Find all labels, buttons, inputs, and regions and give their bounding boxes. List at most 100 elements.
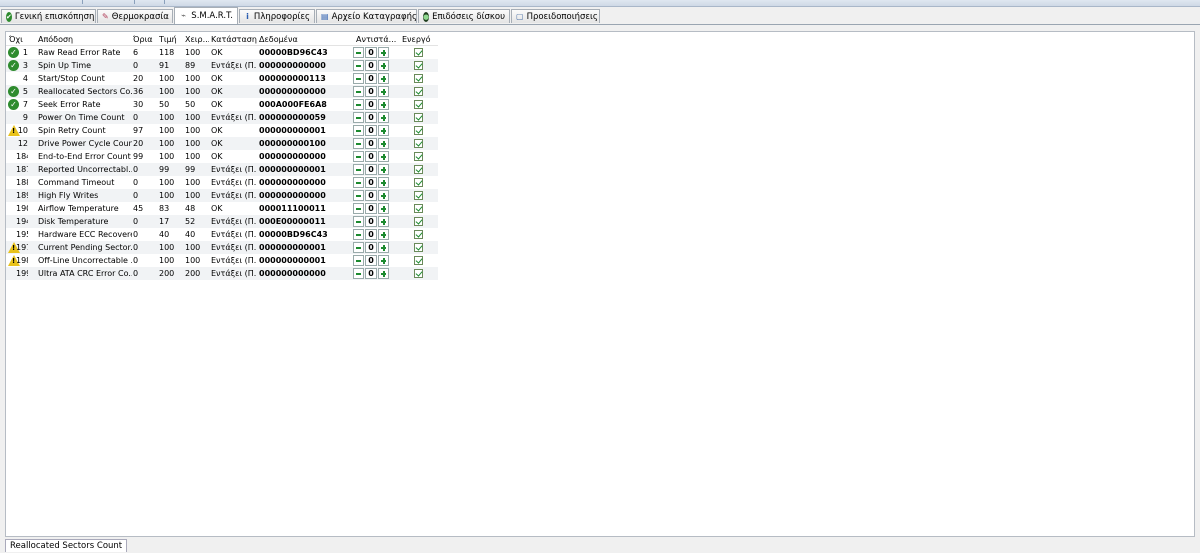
increment-button[interactable] <box>378 255 389 266</box>
offset-stepper[interactable]: 0 <box>353 229 389 240</box>
decrement-button[interactable] <box>353 60 364 71</box>
enabled-checkbox[interactable] <box>414 100 423 109</box>
offset-stepper[interactable]: 0 <box>353 216 389 227</box>
column-header-state[interactable]: Κατάσταση <box>211 34 257 45</box>
decrement-button[interactable] <box>353 203 364 214</box>
offset-value[interactable]: 0 <box>365 99 377 110</box>
table-row[interactable]: 188Command Timeout0100100Εντάξει (Π...00… <box>6 176 438 189</box>
table-row[interactable]: 190 Airflow Temperature 45 83 48 OK 0000111000… <box>6 202 438 215</box>
decrement-button[interactable] <box>353 216 364 227</box>
table-row[interactable]: 194Disk Temperature01752Εντάξει (Π...000… <box>6 215 438 228</box>
enabled-checkbox[interactable] <box>414 230 423 239</box>
offset-value[interactable]: 0 <box>365 73 377 84</box>
offset-value[interactable]: 0 <box>365 164 377 175</box>
decrement-button[interactable] <box>353 138 364 149</box>
offset-value[interactable]: 0 <box>365 190 377 201</box>
offset-stepper[interactable]: 0 <box>353 112 389 123</box>
decrement-button[interactable] <box>353 73 364 84</box>
increment-button[interactable] <box>378 138 389 149</box>
offset-value[interactable]: 0 <box>365 255 377 266</box>
increment-button[interactable] <box>378 190 389 201</box>
offset-stepper[interactable]: 0 <box>353 190 389 201</box>
increment-button[interactable] <box>378 242 389 253</box>
enabled-checkbox[interactable] <box>414 152 423 161</box>
tab-performance[interactable]: ● Επιδόσεις δίσκου <box>418 9 510 23</box>
tab-log[interactable]: ▤ Αρχείο Καταγραφής <box>316 9 417 23</box>
offset-value[interactable]: 0 <box>365 151 377 162</box>
enabled-checkbox[interactable] <box>414 191 423 200</box>
tab-overview[interactable]: ✔ Γενική επισκόπηση <box>1 9 96 23</box>
decrement-button[interactable] <box>353 112 364 123</box>
enabled-checkbox[interactable] <box>414 165 423 174</box>
column-header-enabled[interactable]: Ενεργό <box>402 34 434 45</box>
increment-button[interactable] <box>378 216 389 227</box>
enabled-checkbox[interactable] <box>414 178 423 187</box>
offset-stepper[interactable]: 0 <box>353 268 389 279</box>
decrement-button[interactable] <box>353 125 364 136</box>
decrement-button[interactable] <box>353 151 364 162</box>
increment-button[interactable] <box>378 60 389 71</box>
offset-stepper[interactable]: 0 <box>353 177 389 188</box>
decrement-button[interactable] <box>353 47 364 58</box>
column-header-offset[interactable]: Αντιστά... <box>356 34 396 45</box>
offset-stepper[interactable]: 0 <box>353 242 389 253</box>
increment-button[interactable] <box>378 73 389 84</box>
increment-button[interactable] <box>378 112 389 123</box>
enabled-checkbox[interactable] <box>414 126 423 135</box>
offset-value[interactable]: 0 <box>365 112 377 123</box>
offset-stepper[interactable]: 0 <box>353 151 389 162</box>
offset-value[interactable]: 0 <box>365 60 377 71</box>
increment-button[interactable] <box>378 229 389 240</box>
offset-stepper[interactable]: 0 <box>353 125 389 136</box>
offset-stepper[interactable]: 0 <box>353 86 389 97</box>
offset-stepper[interactable]: 0 <box>353 203 389 214</box>
enabled-checkbox[interactable] <box>414 48 423 57</box>
table-row[interactable]: 187Reported Uncorrectabl...09999Εντάξει … <box>6 163 438 176</box>
offset-value[interactable]: 0 <box>365 242 377 253</box>
decrement-button[interactable] <box>353 268 364 279</box>
offset-value[interactable]: 0 <box>365 216 377 227</box>
table-row[interactable]: ✓ 7 Seek Error Rate 30 50 50 OK 000A000FE6A8 0 <box>6 98 438 111</box>
column-header-threshold[interactable]: Όρια <box>133 34 155 45</box>
column-header-name[interactable]: Απόδοση <box>38 34 118 45</box>
offset-stepper[interactable]: 0 <box>353 138 389 149</box>
tab-info[interactable]: ⅰ Πληροφορίες <box>239 9 315 23</box>
offset-value[interactable]: 0 <box>365 47 377 58</box>
increment-button[interactable] <box>378 99 389 110</box>
increment-button[interactable] <box>378 125 389 136</box>
table-row[interactable]: ! 10 Spin Retry Count 97 100 100 OK 00000000000… <box>6 124 438 137</box>
column-header-worst[interactable]: Χειρ... <box>185 34 209 45</box>
enabled-checkbox[interactable] <box>414 256 423 265</box>
offset-value[interactable]: 0 <box>365 229 377 240</box>
tab-warnings[interactable]: ▢ Προειδοποιήσεις <box>511 9 600 23</box>
decrement-button[interactable] <box>353 190 364 201</box>
tab-temperature[interactable]: ✎ Θερμοκρασία <box>97 9 173 23</box>
enabled-checkbox[interactable] <box>414 204 423 213</box>
decrement-button[interactable] <box>353 99 364 110</box>
table-row[interactable]: ✓ 1 Raw Read Error Rate 6 118 100 OK 00000BD96C… <box>6 46 438 59</box>
table-row[interactable]: 4 Start/Stop Count 20 100 100 OK 000000000113 0 <box>6 72 438 85</box>
increment-button[interactable] <box>378 203 389 214</box>
enabled-checkbox[interactable] <box>414 87 423 96</box>
increment-button[interactable] <box>378 86 389 97</box>
offset-value[interactable]: 0 <box>365 177 377 188</box>
column-header-value[interactable]: Τιμή <box>159 34 181 45</box>
decrement-button[interactable] <box>353 242 364 253</box>
decrement-button[interactable] <box>353 177 364 188</box>
decrement-button[interactable] <box>353 164 364 175</box>
offset-value[interactable]: 0 <box>365 125 377 136</box>
enabled-checkbox[interactable] <box>414 243 423 252</box>
offset-stepper[interactable]: 0 <box>353 60 389 71</box>
offset-value[interactable]: 0 <box>365 86 377 97</box>
increment-button[interactable] <box>378 177 389 188</box>
table-row[interactable]: ✓ 3 Spin Up Time 0 91 89 Εντάξει (Π... 00000000… <box>6 59 438 72</box>
offset-stepper[interactable]: 0 <box>353 164 389 175</box>
increment-button[interactable] <box>378 151 389 162</box>
table-row[interactable]: !198Off-Line Uncorrectable ...0100100Εντ… <box>6 254 438 267</box>
offset-stepper[interactable]: 0 <box>353 47 389 58</box>
offset-value[interactable]: 0 <box>365 203 377 214</box>
enabled-checkbox[interactable] <box>414 269 423 278</box>
decrement-button[interactable] <box>353 229 364 240</box>
increment-button[interactable] <box>378 164 389 175</box>
table-row[interactable]: 184End-to-End Error Count99100100OK00000… <box>6 150 438 163</box>
